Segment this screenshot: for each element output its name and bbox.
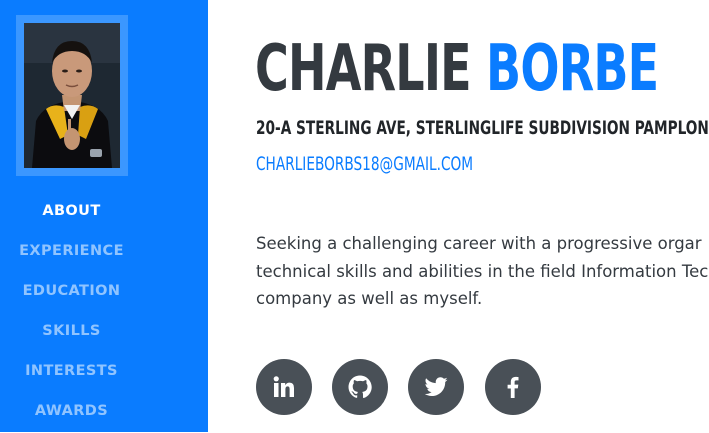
- summary-line: technical skills and abilities in the fi…: [256, 261, 709, 281]
- nav-item-skills[interactable]: SKILLS: [0, 313, 143, 353]
- summary-line: Seeking a challenging career with a prog…: [256, 234, 702, 253]
- address: 20-A STERLING AVE, STERLINGLIFE SUBDIVIS…: [256, 117, 709, 139]
- facebook-icon: [507, 376, 519, 398]
- summary: Seeking a challenging career with a prog…: [256, 230, 709, 313]
- nav-item-education[interactable]: EDUCATION: [0, 273, 143, 313]
- sidebar: ABOUT EXPERIENCE EDUCATION SKILLS INTERE…: [0, 0, 208, 432]
- nav-item-experience[interactable]: EXPERIENCE: [0, 233, 143, 273]
- linkedin-button[interactable]: [256, 359, 312, 415]
- first-name: CHARLIE: [256, 32, 472, 106]
- avatar: [24, 23, 120, 168]
- page-title: CHARLIE BORBE: [256, 28, 659, 110]
- last-name: BORBE: [486, 32, 659, 106]
- twitter-icon: [424, 377, 448, 396]
- profile-photo-frame: [16, 15, 128, 176]
- twitter-button[interactable]: [408, 359, 464, 415]
- sidebar-nav: ABOUT EXPERIENCE EDUCATION SKILLS INTERE…: [0, 193, 143, 433]
- nav-item-interests[interactable]: INTERESTS: [0, 353, 143, 393]
- email-link[interactable]: CHARLIEBORBS18@GMAIL.COM: [256, 151, 473, 177]
- main-content: CHARLIE BORBE 20-A STERLING AVE, STERLIN…: [256, 0, 709, 432]
- linkedin-icon: [273, 376, 294, 397]
- nav-item-awards[interactable]: AWARDS: [0, 393, 143, 433]
- github-button[interactable]: [332, 359, 388, 415]
- facebook-button[interactable]: [485, 359, 541, 415]
- summary-line: company as well as myself.: [256, 289, 483, 308]
- github-icon: [348, 375, 372, 399]
- nav-item-about[interactable]: ABOUT: [0, 193, 143, 233]
